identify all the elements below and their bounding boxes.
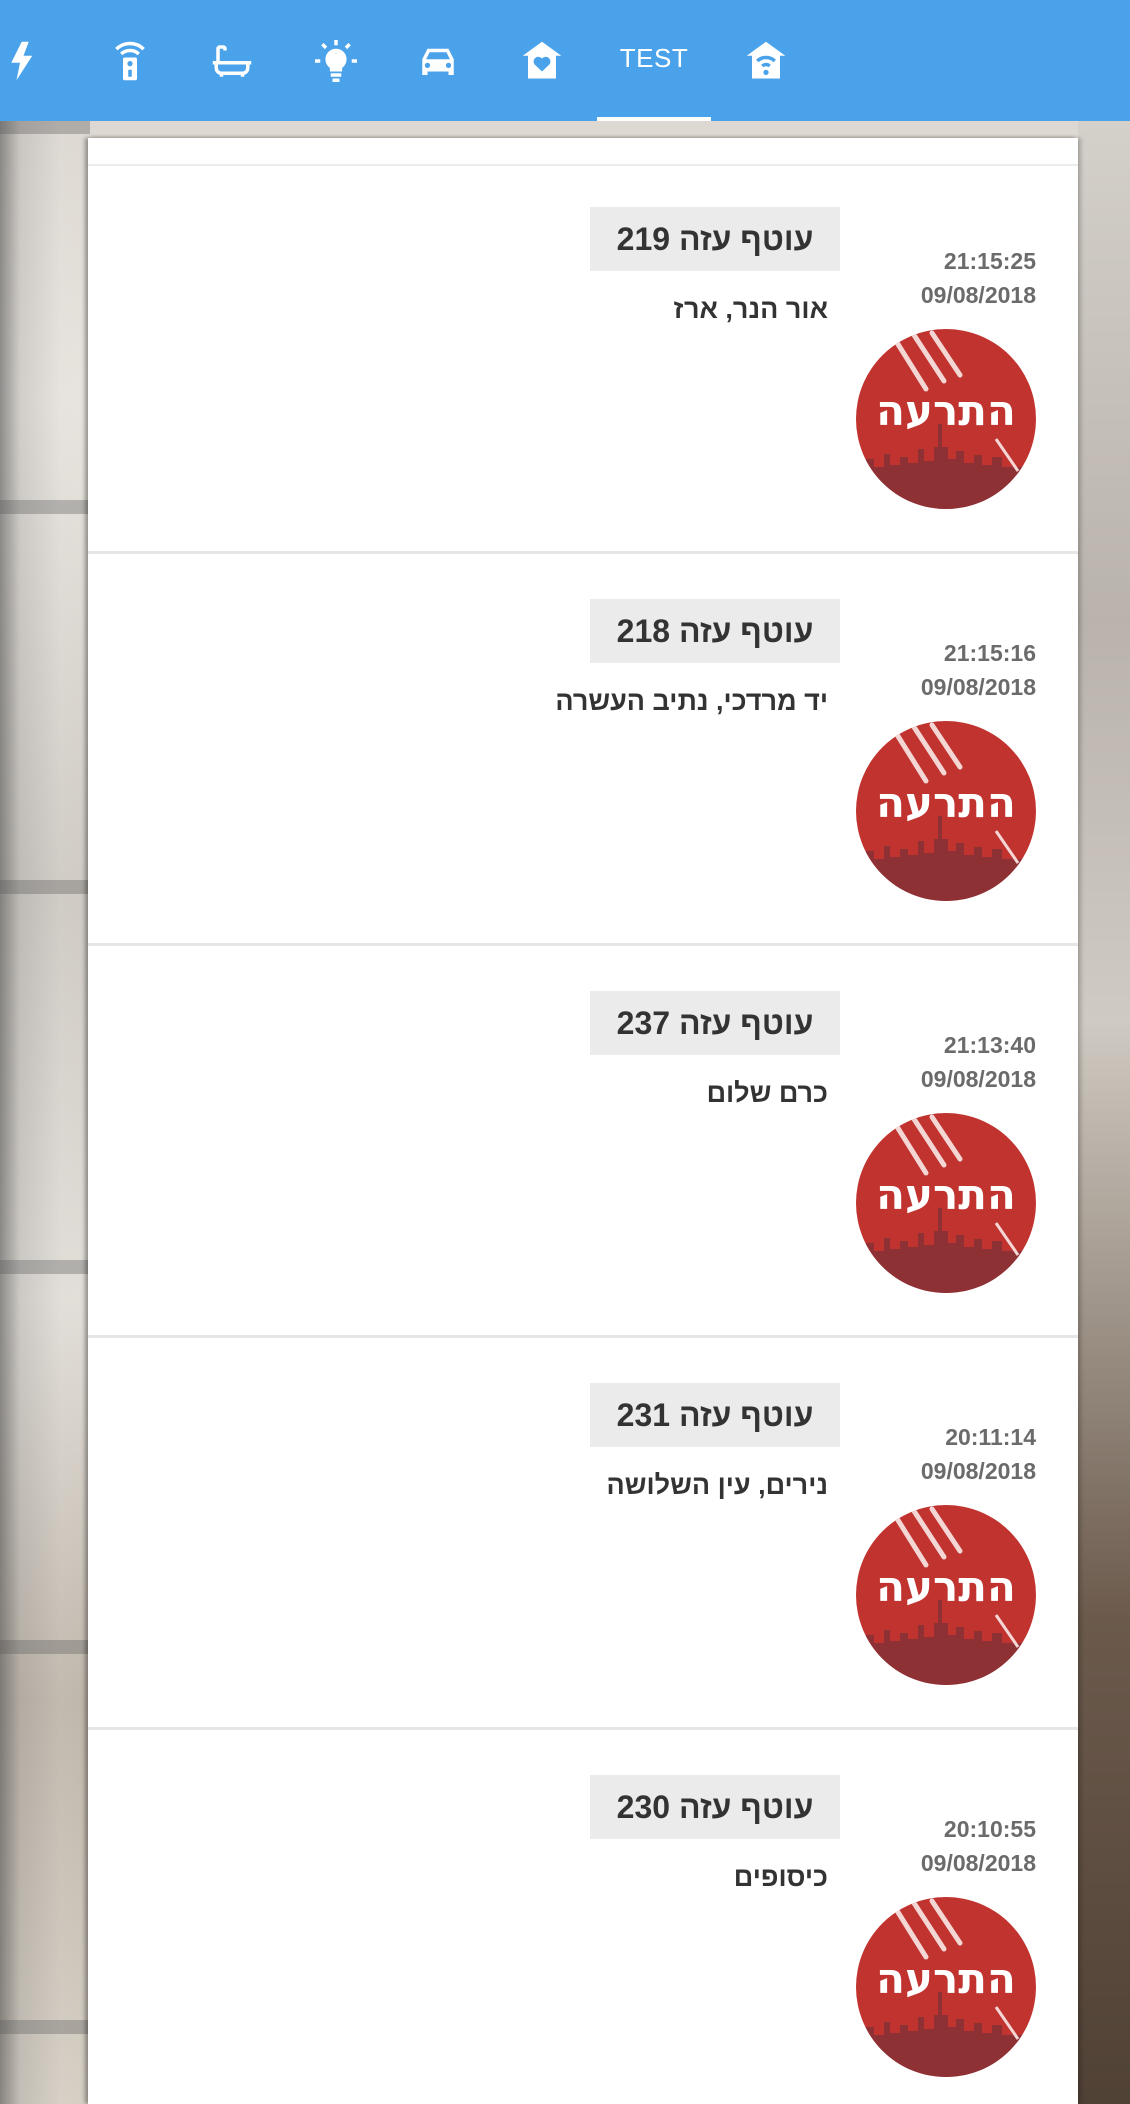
alert-region-badge: עוטף עזה 219 (590, 207, 840, 271)
red-alert-logo-icon: התרעה (856, 1113, 1036, 1293)
top-navigation-bar: TEST (0, 0, 1130, 121)
alert-date: 09/08/2018 (920, 1458, 1036, 1484)
alert-areas: כיסופים (733, 1862, 828, 1892)
alert-date: 09/08/2018 (920, 282, 1036, 308)
home-heart-icon (522, 41, 562, 78)
red-alert-logo-icon: התרעה (856, 721, 1036, 901)
background-window-frame-right (1078, 120, 1130, 2104)
logo-text: התרעה (876, 778, 1016, 827)
lightning-icon (11, 41, 33, 80)
alert-timestamp: 21:15:16 09/08/2018 (921, 636, 1036, 704)
alert-date: 09/08/2018 (920, 1850, 1036, 1876)
nav-tab-home-network[interactable] (724, 0, 808, 121)
lightbulb-icon (315, 39, 357, 82)
alert-region-badge: עוטף עזה 231 (590, 1383, 840, 1447)
home-wifi-icon (746, 41, 786, 78)
alert-timestamp: 21:15:25 09/08/2018 (921, 244, 1036, 312)
alert-areas: נירים, עין השלושה (606, 1470, 828, 1500)
nav-tab-lights[interactable] (294, 0, 378, 121)
nav-tab-home[interactable] (500, 0, 584, 121)
alert-time: 20:10:55 (943, 1816, 1036, 1842)
alert-date: 09/08/2018 (920, 1066, 1036, 1092)
nav-tab-test-label: TEST (619, 43, 689, 73)
red-alert-logo-icon: התרעה (856, 1505, 1036, 1685)
car-icon (422, 48, 454, 75)
background-window-frame-left (0, 120, 90, 2104)
alerts-panel: 21:15:25 09/08/2018 התרעה עוטף עזה 219 א… (88, 138, 1078, 2104)
alert-areas: אור הנר, ארז (673, 294, 828, 324)
alert-areas: יד מרדכי, נתיב העשרה (555, 686, 828, 716)
alert-date: 09/08/2018 (920, 674, 1036, 700)
logo-text: התרעה (876, 1562, 1016, 1611)
logo-text: התרעה (876, 386, 1016, 435)
alert-item[interactable]: 21:13:40 09/08/2018 התרעה עוטף עזה 237 כ… (88, 948, 1078, 1338)
logo-text: התרעה (876, 1954, 1016, 2003)
alert-item[interactable]: 21:15:25 09/08/2018 התרעה עוטף עזה 219 א… (88, 164, 1078, 554)
panel-header-strip (88, 138, 1078, 166)
alert-time: 21:15:25 (943, 248, 1036, 274)
alert-timestamp: 21:13:40 09/08/2018 (921, 1028, 1036, 1096)
alert-item[interactable]: 21:15:16 09/08/2018 התרעה עוטף עזה 218 י… (88, 556, 1078, 946)
nav-tab-remote[interactable] (88, 0, 172, 121)
alert-time: 20:11:14 (945, 1424, 1036, 1450)
alert-region-badge: עוטף עזה 218 (590, 599, 840, 663)
nav-tab-power[interactable] (0, 0, 54, 121)
alert-timestamp: 20:11:14 09/08/2018 (921, 1420, 1036, 1488)
alert-time: 21:15:16 (943, 640, 1036, 666)
red-alert-logo-icon: התרעה (856, 329, 1036, 509)
nav-tab-car[interactable] (396, 0, 480, 121)
alert-timestamp: 20:10:55 09/08/2018 (921, 1812, 1036, 1880)
nav-tab-bath[interactable] (190, 0, 274, 121)
nav-tab-test[interactable]: TEST (597, 0, 711, 121)
alert-region-badge: עוטף עזה 237 (590, 991, 840, 1055)
red-alert-logo-icon: התרעה (856, 1897, 1036, 2077)
alert-time: 21:13:40 (943, 1032, 1036, 1058)
alert-item[interactable]: 20:11:14 09/08/2018 התרעה עוטף עזה 231 נ… (88, 1340, 1078, 1730)
bathtub-icon (212, 44, 252, 77)
alert-region-badge: עוטף עזה 230 (590, 1775, 840, 1839)
logo-text: התרעה (876, 1170, 1016, 1219)
alert-areas: כרם שלום (706, 1078, 828, 1108)
remote-control-icon (115, 41, 145, 80)
alert-item[interactable]: 20:10:55 09/08/2018 התרעה עוטף עזה 230 כ… (88, 1732, 1078, 2104)
